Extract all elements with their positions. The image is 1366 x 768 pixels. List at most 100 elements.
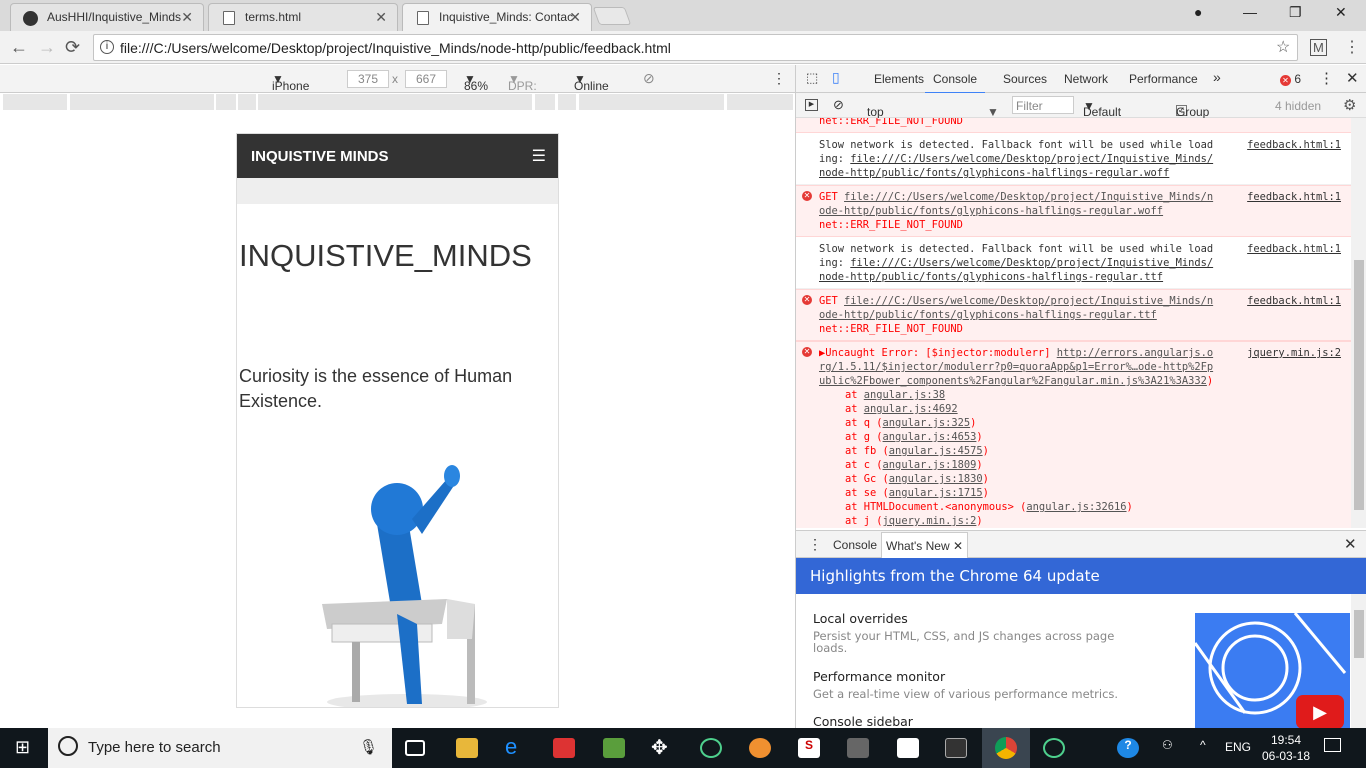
tab-elements[interactable]: Elements xyxy=(874,72,924,86)
stack-frame-link[interactable]: angular.js:1715 xyxy=(889,487,983,499)
tab-inquistive-minds[interactable]: Inquistive_Minds: Contac ✕ xyxy=(402,3,592,31)
clock[interactable]: 19:54 06-03-18 xyxy=(1262,732,1310,764)
more-options-icon[interactable]: ⋮ xyxy=(772,70,786,87)
show-hidden-icons[interactable]: ^ xyxy=(1200,738,1206,752)
settings-gear-icon[interactable]: ⚙ xyxy=(1343,96,1356,114)
bookmark-star-icon[interactable]: ☆ xyxy=(1276,37,1290,57)
stack-frame-link[interactable]: angular.js:4575 xyxy=(889,445,983,457)
whats-new-item[interactable]: Console sidebar xyxy=(813,714,913,729)
drawer-menu-icon[interactable]: ⋮ xyxy=(808,536,822,553)
hamburger-menu-icon[interactable]: ☰ xyxy=(532,146,546,166)
network-select[interactable]: Online ▼ xyxy=(574,72,609,93)
action-center-icon[interactable] xyxy=(1324,738,1341,752)
evernote-icon[interactable] xyxy=(603,738,625,758)
whats-new-item[interactable]: Performance monitor Get a real-time view … xyxy=(813,669,1123,700)
wps-icon[interactable] xyxy=(553,738,575,758)
back-button[interactable]: ← xyxy=(10,37,28,58)
info-icon[interactable]: i xyxy=(100,40,114,54)
resource-link[interactable]: file:///C:/Users/welcome/Desktop/project… xyxy=(819,295,1213,321)
console-scrollbar[interactable] xyxy=(1351,118,1366,528)
language-indicator[interactable]: ENG xyxy=(1225,740,1251,754)
tab-network[interactable]: Network xyxy=(1064,72,1108,86)
stack-frame-link[interactable]: angular.js:325 xyxy=(883,417,971,429)
tab-terms[interactable]: terms.html ✕ xyxy=(208,3,398,31)
sidebar-toggle-icon[interactable]: ▶ xyxy=(805,99,818,111)
windows-start-icon[interactable]: ⊞ xyxy=(15,737,30,758)
whats-new-item[interactable]: Local overrides Persist your HTML, CSS, a… xyxy=(813,611,1123,654)
site-brand[interactable]: INQUISTIVE MINDS xyxy=(251,148,389,165)
close-tab-icon[interactable]: ✕ xyxy=(953,539,963,553)
rotate-icon[interactable]: ⊘ xyxy=(643,70,655,87)
log-levels-select[interactable]: Default levels ▼ xyxy=(1083,99,1121,133)
close-tab-icon[interactable]: ✕ xyxy=(569,9,581,26)
file-explorer-icon[interactable] xyxy=(456,738,478,758)
clear-console-icon[interactable]: ⊘ xyxy=(833,97,844,113)
stack-frame-link[interactable]: angular.js:38 xyxy=(864,389,945,401)
chrome-taskbar-button[interactable] xyxy=(982,728,1030,768)
minimize-button[interactable]: — xyxy=(1243,4,1257,20)
terminal-icon[interactable] xyxy=(945,738,967,758)
stack-frame-link[interactable]: angular.js:1809 xyxy=(883,459,977,471)
app-icon[interactable] xyxy=(749,738,771,758)
tab-console[interactable]: Console xyxy=(925,72,986,94)
resource-link[interactable]: file:///C:/Users/welcome/Desktop/project… xyxy=(819,257,1213,283)
stack-frame-link[interactable]: angular.js:32616 xyxy=(1026,501,1126,513)
close-window-button[interactable]: ✕ xyxy=(1335,4,1347,21)
menu-icon[interactable]: ⋮ xyxy=(1344,37,1360,57)
close-tab-icon[interactable]: ✕ xyxy=(181,9,193,26)
inspect-element-icon[interactable]: ⬚ xyxy=(806,70,818,86)
close-tab-icon[interactable]: ✕ xyxy=(375,9,387,26)
device-select[interactable]: iPhone 7 ▼ xyxy=(272,72,309,107)
forward-button[interactable]: → xyxy=(38,37,56,58)
tab-github[interactable]: AusHHI/Inquistive_Minds ✕ xyxy=(10,3,204,31)
source-link[interactable]: feedback.html:1 xyxy=(1247,242,1341,256)
resource-link[interactable]: file:///C:/Users/welcome/Desktop/project… xyxy=(819,191,1213,217)
atom-icon[interactable] xyxy=(700,738,722,758)
close-devtools-icon[interactable]: ✕ xyxy=(1346,69,1359,87)
sublime-icon[interactable]: S xyxy=(798,738,820,758)
devtools-menu-icon[interactable]: ⋮ xyxy=(1319,69,1334,87)
dpr-select[interactable]: DPR: 2.0 ▼ xyxy=(508,72,537,107)
source-link[interactable]: jquery.min.js:2 xyxy=(1247,346,1341,360)
new-tab-button[interactable] xyxy=(592,7,632,25)
drawer-tab-whats-new[interactable]: What's New ✕ xyxy=(881,532,969,558)
address-bar[interactable]: i file:///C:/Users/welcome/Desktop/projec… xyxy=(93,34,1298,61)
task-view-icon[interactable] xyxy=(405,740,425,756)
taskbar-search[interactable]: Type here to search 🎙 xyxy=(48,728,392,768)
chrome-update-thumbnail[interactable]: ▶ xyxy=(1195,613,1350,729)
source-link[interactable]: feedback.html:1 xyxy=(1247,138,1341,152)
resource-link[interactable]: file:///C:/Users/welcome/Desktop/project… xyxy=(819,153,1213,179)
tab-performance[interactable]: Performance xyxy=(1129,72,1198,86)
mail-icon[interactable] xyxy=(897,738,919,758)
youtube-play-icon[interactable]: ▶ xyxy=(1296,695,1344,729)
source-link[interactable]: feedback.html:1 xyxy=(1247,294,1341,308)
reload-button[interactable]: ⟳ xyxy=(65,37,80,58)
edge-icon[interactable]: e xyxy=(505,734,527,759)
help-icon[interactable]: ? xyxy=(1117,738,1139,758)
microphone-icon[interactable]: 🎙 xyxy=(359,738,378,756)
atom-icon[interactable] xyxy=(1043,738,1065,758)
profile-icon[interactable]: ● xyxy=(1194,4,1202,20)
close-drawer-icon[interactable]: ✕ xyxy=(1344,535,1357,553)
stack-frame-link[interactable]: jquery.min.js:2 xyxy=(883,515,977,527)
filter-input[interactable]: Filter xyxy=(1012,96,1074,114)
stack-frame-link[interactable]: angular.js:4653 xyxy=(883,431,977,443)
media-query-bar[interactable] xyxy=(0,94,795,110)
maximize-button[interactable]: ❐ xyxy=(1289,4,1302,21)
width-input[interactable]: 375 xyxy=(347,70,389,88)
drawer-tab-console[interactable]: Console xyxy=(833,538,877,552)
drawer-scrollbar[interactable] xyxy=(1351,594,1366,729)
extension-icon[interactable]: M xyxy=(1310,39,1327,56)
error-count-badge[interactable]: ✕ 6 xyxy=(1280,72,1301,86)
device-toggle-icon[interactable]: ▯ xyxy=(832,69,840,86)
dropbox-icon[interactable]: ✥ xyxy=(651,735,673,759)
people-icon[interactable]: ⚇ xyxy=(1162,738,1173,752)
tab-sources[interactable]: Sources xyxy=(1003,72,1047,86)
stack-frame-link[interactable]: angular.js:4692 xyxy=(864,403,958,415)
zoom-select[interactable]: 86% ▼ xyxy=(464,72,488,93)
app-icon[interactable] xyxy=(847,738,869,758)
expand-toggle[interactable]: ▶Uncaught Error: [$injector:modulerr] xyxy=(819,347,1057,359)
source-link[interactable]: feedback.html:1 xyxy=(1247,190,1341,204)
height-input[interactable]: 667 xyxy=(405,70,447,88)
stack-frame-link[interactable]: angular.js:1830 xyxy=(889,473,983,485)
